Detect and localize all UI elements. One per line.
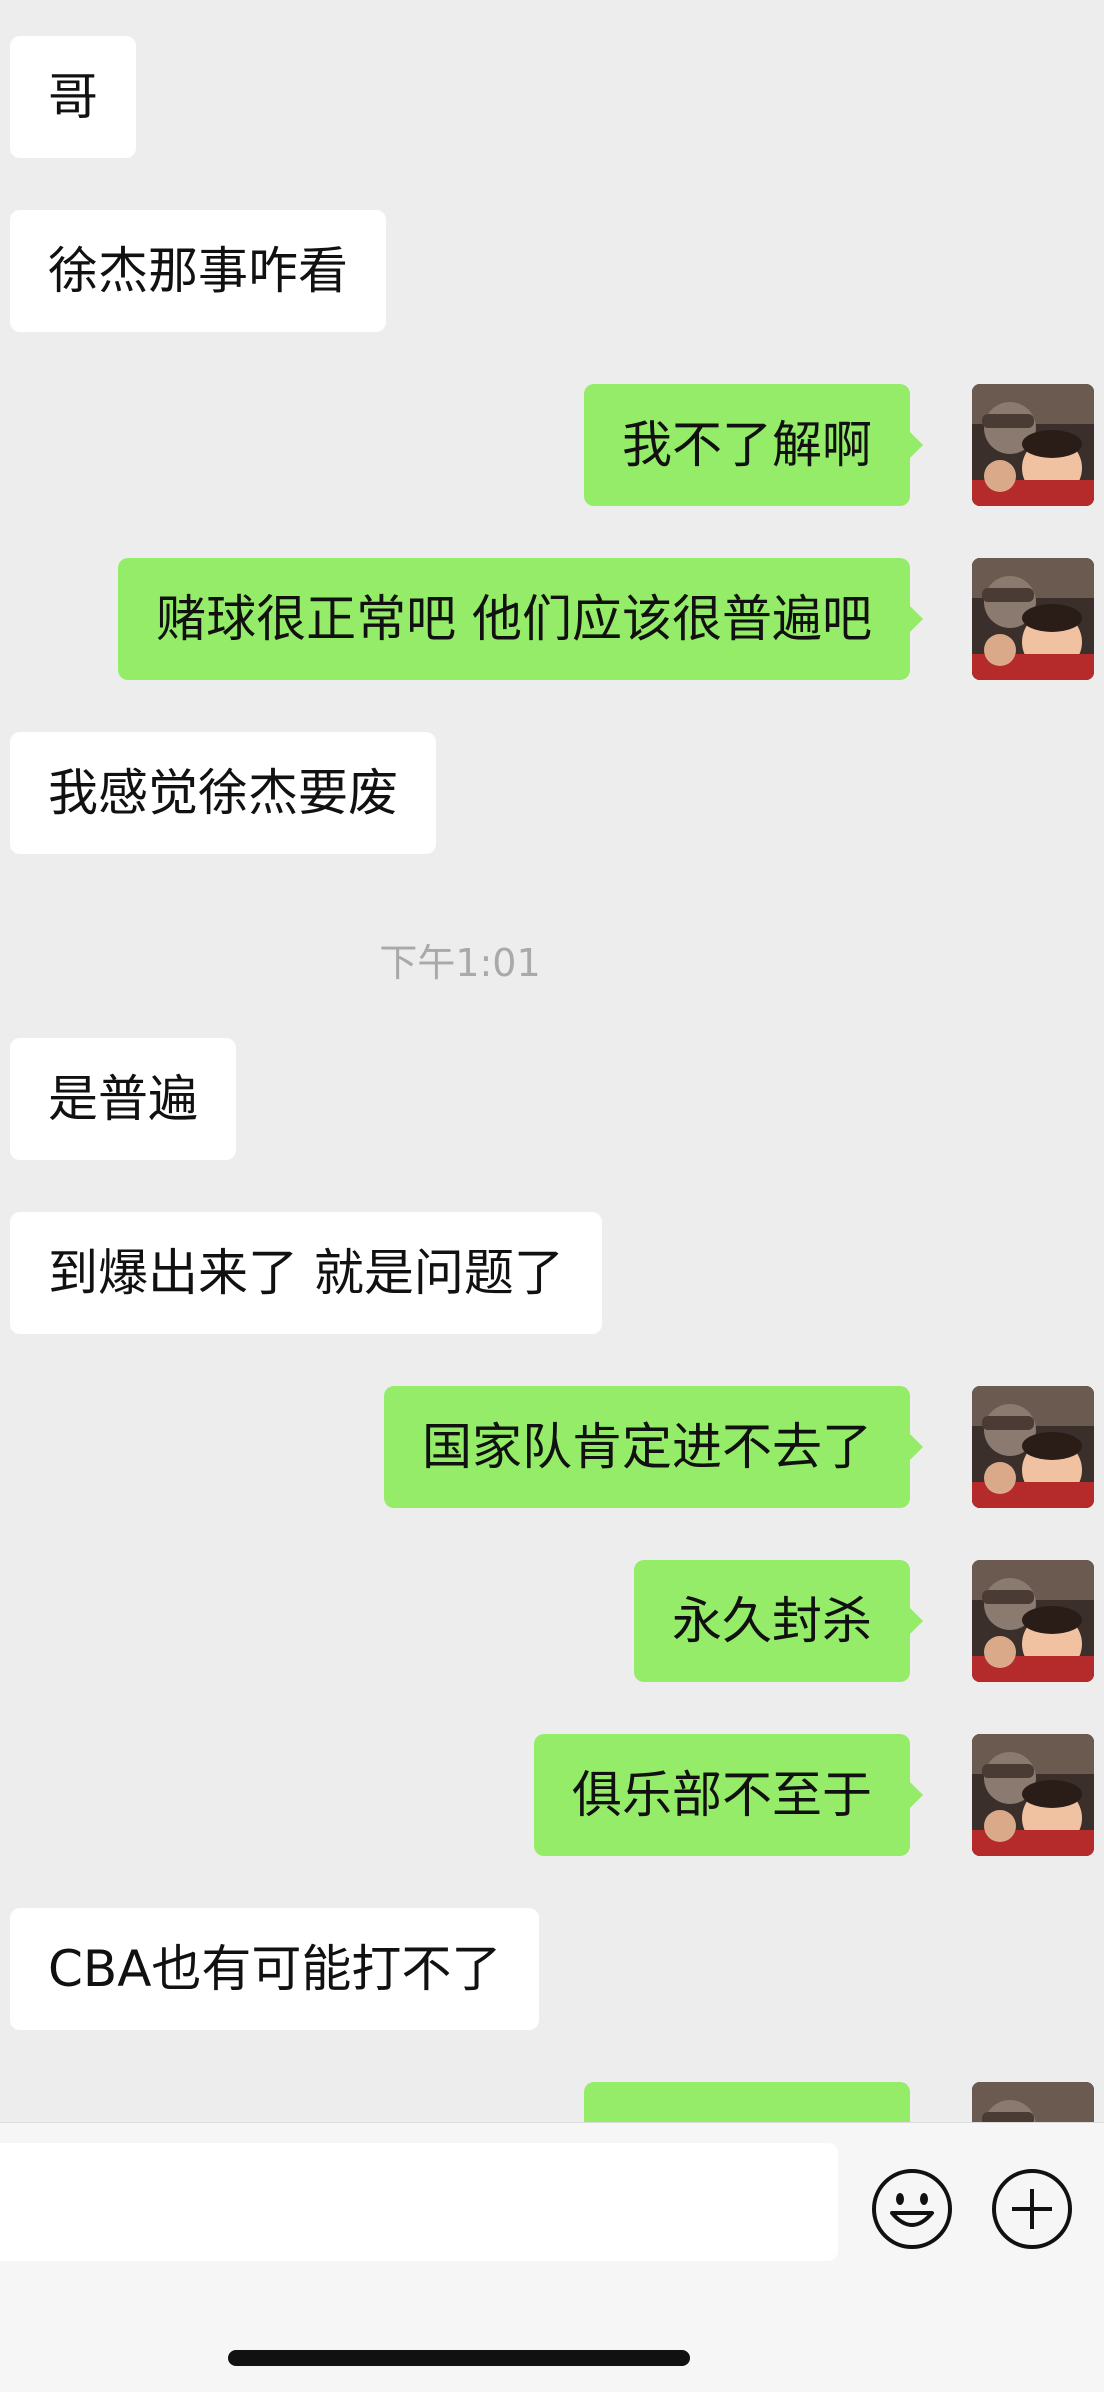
message-input[interactable]: [0, 2143, 838, 2261]
user-avatar[interactable]: [972, 1734, 1094, 1856]
outgoing-message-row: 赌球很正常吧 他们应该很普遍吧: [0, 558, 1104, 680]
outgoing-message-row: 我不了解啊: [0, 384, 1104, 506]
outgoing-message-row: 俱乐部不至于: [0, 1734, 1104, 1856]
outgoing-message-bubble[interactable]: [584, 2082, 910, 2122]
plus-icon[interactable]: [990, 2167, 1074, 2251]
user-avatar[interactable]: [972, 2082, 1094, 2122]
incoming-message-bubble[interactable]: 我感觉徐杰要废: [10, 732, 436, 854]
incoming-message-row: 徐杰那事咋看: [0, 210, 1104, 332]
incoming-message-bubble[interactable]: CBA也有可能打不了: [10, 1908, 540, 2030]
incoming-message-row: 到爆出来了 就是问题了: [0, 1212, 1104, 1334]
user-avatar[interactable]: [972, 1386, 1094, 1508]
incoming-message-bubble[interactable]: 是普遍: [10, 1038, 236, 1160]
outgoing-message-bubble[interactable]: 我不了解啊: [584, 384, 923, 506]
incoming-message-bubble[interactable]: 哥: [10, 36, 136, 158]
outgoing-message-row: 永久封杀: [0, 1560, 1104, 1682]
incoming-message-bubble[interactable]: 徐杰那事咋看: [10, 210, 386, 332]
incoming-message-row: 哥: [0, 36, 1104, 158]
user-avatar[interactable]: [972, 384, 1094, 506]
message-timestamp: 下午1:01: [379, 941, 541, 985]
outgoing-message-row: [0, 2082, 1104, 2122]
incoming-message-row: CBA也有可能打不了: [0, 1908, 1104, 2030]
chat-message-list[interactable]: 哥 徐杰那事咋看 我不了解啊 赌球很正常吧 他们应该很普遍吧 我感觉徐杰要废 下…: [0, 0, 1104, 2122]
outgoing-message-bubble[interactable]: 俱乐部不至于: [534, 1734, 923, 1856]
incoming-message-row: 我感觉徐杰要废: [0, 732, 1104, 854]
incoming-message-row: 是普遍: [0, 1038, 1104, 1160]
emoji-icon[interactable]: [870, 2167, 954, 2251]
incoming-message-bubble[interactable]: 到爆出来了 就是问题了: [10, 1212, 602, 1334]
user-avatar[interactable]: [972, 558, 1094, 680]
user-avatar[interactable]: [972, 1560, 1094, 1682]
home-indicator: [228, 2350, 690, 2366]
outgoing-message-bubble[interactable]: 永久封杀: [634, 1560, 923, 1682]
outgoing-message-row: 国家队肯定进不去了: [0, 1386, 1104, 1508]
outgoing-message-bubble[interactable]: 国家队肯定进不去了: [384, 1386, 923, 1508]
outgoing-message-bubble[interactable]: 赌球很正常吧 他们应该很普遍吧: [118, 558, 923, 680]
